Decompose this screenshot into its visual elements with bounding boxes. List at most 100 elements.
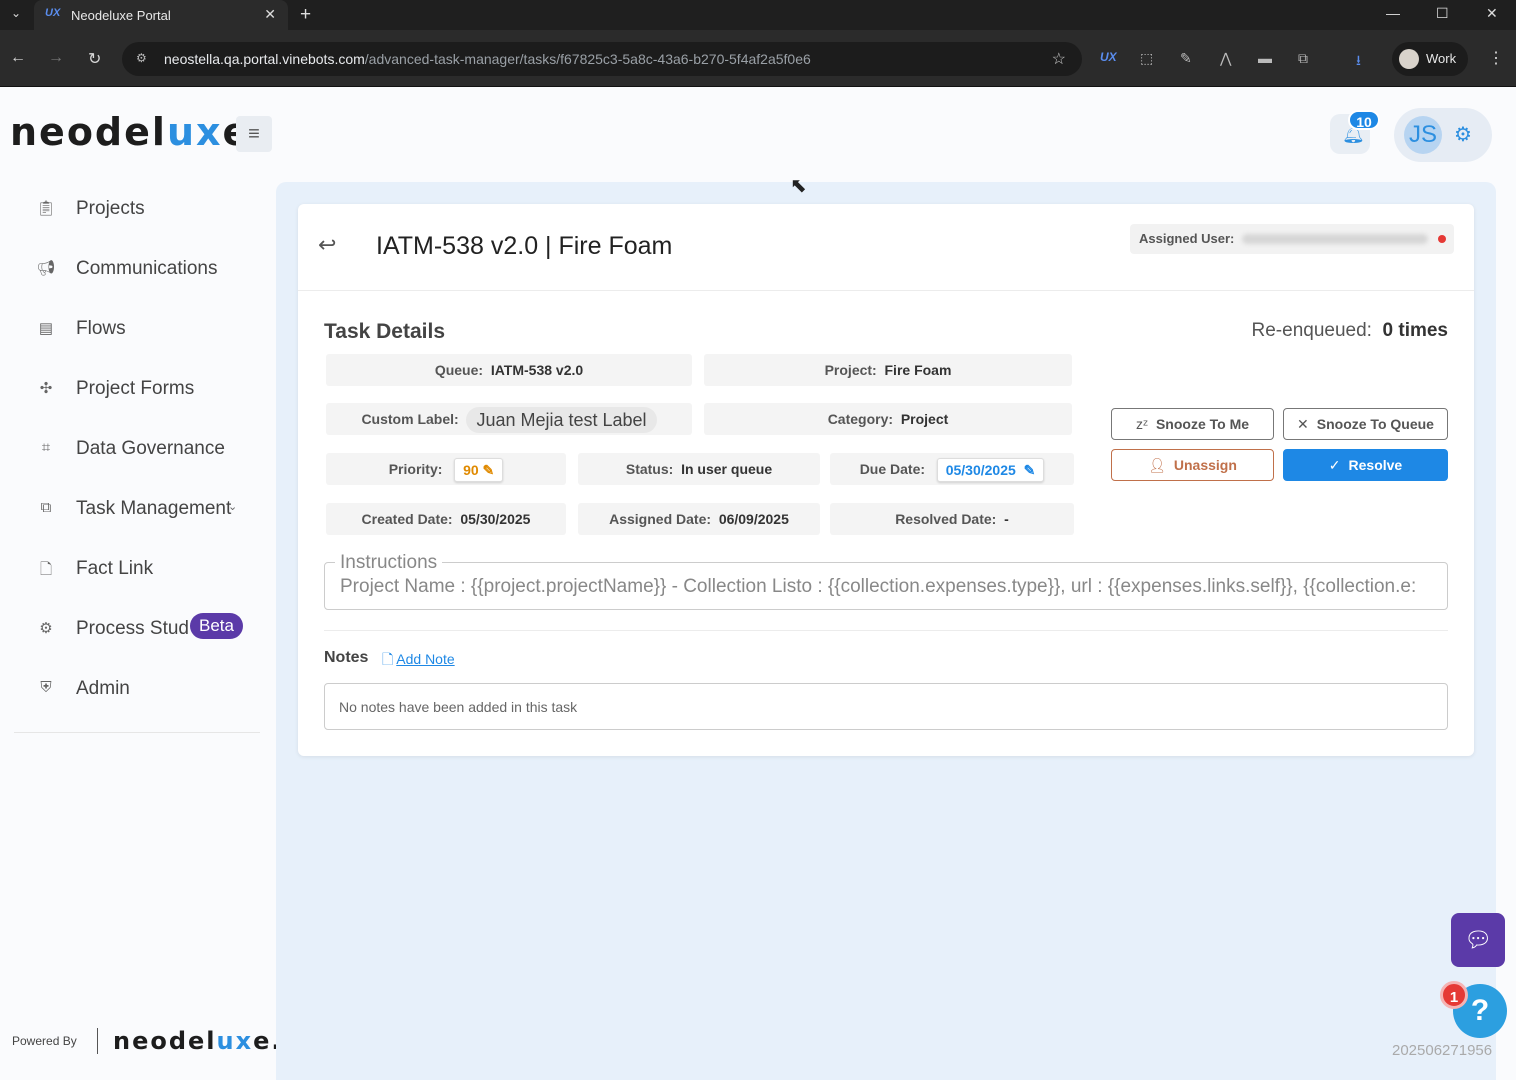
- browser-toolbar: ← → ↻ ⚙ neostella.qa.portal.vinebots.com…: [0, 30, 1516, 87]
- priority-edit[interactable]: 90 ✎: [454, 458, 504, 483]
- queue-field: Queue: IATM-538 v2.0: [326, 354, 692, 386]
- powered-by-text: Powered By: [12, 1034, 77, 1048]
- chevron-down-icon: ⌄: [228, 501, 238, 513]
- sidebar-item-label: Data Governance: [76, 438, 225, 459]
- header-divider: [298, 290, 1474, 291]
- notification-badge: 10: [1348, 110, 1380, 130]
- window-close-icon[interactable]: ✕: [1486, 5, 1498, 22]
- settings-gear-icon[interactable]: ⚙: [1454, 122, 1472, 147]
- notes-box: No notes have been added in this task: [324, 683, 1448, 730]
- vine-extension-icon[interactable]: ⋀: [1220, 50, 1231, 67]
- app-logo[interactable]: neodeluxeTM: [10, 110, 262, 154]
- instructions-text: Project Name : {{project.projectName}} -…: [340, 576, 1417, 597]
- sidebar-item-data-governance[interactable]: ⌗ Data Governance: [14, 420, 260, 480]
- notes-label: Notes: [324, 649, 369, 666]
- browser-menu-icon[interactable]: ⋮: [1488, 48, 1504, 68]
- priority-field: Priority: 90 ✎: [326, 453, 566, 485]
- sidebar-item-label: Projects: [76, 198, 145, 219]
- minimize-icon[interactable]: —: [1386, 5, 1400, 21]
- chat-button[interactable]: 💬︎: [1451, 913, 1505, 967]
- status-field: Status: In user queue: [578, 453, 820, 485]
- sidebar-item-process-studio[interactable]: ⚙ Process Stud Beta: [14, 600, 260, 660]
- sidebar-item-label: Fact Link: [76, 558, 154, 579]
- profile-name: Work: [1426, 51, 1457, 66]
- instructions-field[interactable]: Instructions Project Name : {{project.pr…: [324, 552, 1448, 610]
- snooze-to-queue-button[interactable]: ✕ Snooze To Queue: [1283, 408, 1448, 440]
- mouse-cursor-icon: ⬉: [790, 175, 807, 197]
- bookmark-star-icon[interactable]: ☆: [1052, 49, 1066, 69]
- sidebar-item-task-management[interactable]: ⧉ Task Management ⌄: [14, 480, 260, 540]
- unassign-button[interactable]: 👤︎ Unassign: [1111, 449, 1274, 481]
- assigned-date-field: Assigned Date: 06/09/2025: [578, 503, 820, 535]
- chat-bubble-icon: 💬︎: [1464, 927, 1492, 952]
- sidebar-item-label: Process Stud: [76, 618, 189, 639]
- tab-close-icon[interactable]: ✕: [264, 6, 276, 23]
- assigned-user-label: Assigned User:: [1139, 231, 1235, 246]
- remove-user-icon: 👤︎: [1148, 457, 1166, 473]
- sidebar-item-fact-link[interactable]: 🗋︎ Fact Link: [14, 540, 260, 600]
- avatar[interactable]: JS: [1404, 116, 1442, 154]
- site-info-icon[interactable]: ⚙: [136, 51, 147, 65]
- sidebar-item-flows[interactable]: ▤ Flows: [14, 300, 260, 360]
- megaphone-icon: 📢︎: [36, 260, 56, 277]
- task-card: ↩ IATM-538 v2.0 | Fire Foam Assigned Use…: [298, 204, 1474, 756]
- pencil-icon: ✎: [1023, 462, 1036, 479]
- reload-icon[interactable]: ↻: [88, 49, 101, 69]
- sidebar-item-label: Communications: [76, 258, 218, 279]
- question-icon: ?: [1470, 994, 1490, 1027]
- tab-title: Neodeluxe Portal: [71, 8, 171, 23]
- user-menu[interactable]: JS ⚙: [1394, 108, 1492, 162]
- sidebar-item-communications[interactable]: 📢︎ Communications: [14, 240, 260, 300]
- back-icon[interactable]: ←: [10, 49, 26, 67]
- sidebar-divider: [14, 732, 260, 733]
- add-note-link[interactable]: 🗋︎ Add Note: [382, 649, 455, 673]
- snooze-to-me-button[interactable]: zᶻ Snooze To Me: [1111, 408, 1274, 440]
- due-date-edit[interactable]: 05/30/2025 ✎: [936, 458, 1045, 483]
- browser-tab[interactable]: UX Neodeluxe Portal ✕: [34, 0, 288, 30]
- reenqueued-count: Re-enqueued: 0 times: [1251, 320, 1448, 341]
- notifications-button[interactable]: 🔔︎ 10: [1330, 110, 1380, 154]
- download-icon[interactable]: ⭳: [1356, 50, 1361, 74]
- sidebar-item-label: Admin: [76, 678, 130, 699]
- maximize-icon[interactable]: ☐: [1436, 5, 1449, 22]
- close-icon: ✕: [1297, 416, 1309, 432]
- sidebar-item-admin[interactable]: ⛨ Admin: [14, 660, 260, 720]
- new-tab-button[interactable]: +: [300, 4, 311, 26]
- shield-icon: ⛨: [40, 679, 52, 696]
- pencil-icon: ✎: [482, 462, 495, 479]
- clipboard-icon: 📋︎: [36, 200, 56, 217]
- custom-label-field: Custom Label: Juan Mejia test Label: [326, 403, 692, 435]
- created-date-field: Created Date: 05/30/2025: [326, 503, 566, 535]
- sidebar-item-label: Task Management: [76, 498, 232, 519]
- menu-toggle-icon[interactable]: ≡: [236, 116, 272, 152]
- document-icon: 🗋︎: [39, 561, 53, 578]
- assigned-user: Assigned User:: [1130, 224, 1454, 254]
- back-arrow-icon[interactable]: ↩: [318, 232, 336, 258]
- sidebar: 📋︎ Projects 📢︎ Communications ▤ Flows ✣ …: [14, 180, 260, 720]
- forward-icon[interactable]: →: [48, 49, 64, 67]
- screenshot-extension-icon[interactable]: ⬚: [1140, 50, 1153, 67]
- check-icon: ✓: [1328, 457, 1341, 473]
- tab-favicon-icon: UX: [45, 7, 61, 19]
- pen-extension-icon[interactable]: ✎: [1180, 50, 1192, 67]
- password-extension-icon[interactable]: ▬: [1258, 50, 1272, 66]
- tab-search-icon[interactable]: ⌄: [6, 6, 26, 24]
- resolved-date-field: Resolved Date: -: [830, 503, 1074, 535]
- address-bar[interactable]: ⚙ neostella.qa.portal.vinebots.com/advan…: [122, 42, 1082, 76]
- profile-button[interactable]: Work: [1392, 42, 1468, 76]
- extensions-puzzle-icon[interactable]: ⧉: [1298, 50, 1308, 67]
- sidebar-item-label: Project Forms: [76, 378, 195, 399]
- url-text[interactable]: neostella.qa.portal.vinebots.com/advance…: [164, 51, 811, 67]
- custom-label-chip: Juan Mejia test Label: [466, 407, 657, 434]
- sidebar-item-project-forms[interactable]: ✣ Project Forms: [14, 360, 260, 420]
- beta-badge: Beta: [190, 613, 243, 639]
- sidebar-item-label: Flows: [76, 318, 126, 339]
- ux-extension-icon[interactable]: UX: [1100, 50, 1117, 64]
- add-note-icon: 🗋︎: [382, 651, 394, 667]
- gear-icon: ⚙: [39, 620, 53, 637]
- due-date-field: Due Date: 05/30/2025 ✎: [830, 453, 1074, 485]
- sidebar-item-projects[interactable]: 📋︎ Projects: [14, 180, 260, 240]
- project-field: Project: Fire Foam: [704, 354, 1072, 386]
- resolve-button[interactable]: ✓ Resolve: [1283, 449, 1448, 481]
- notes-empty-text: No notes have been added in this task: [339, 699, 578, 715]
